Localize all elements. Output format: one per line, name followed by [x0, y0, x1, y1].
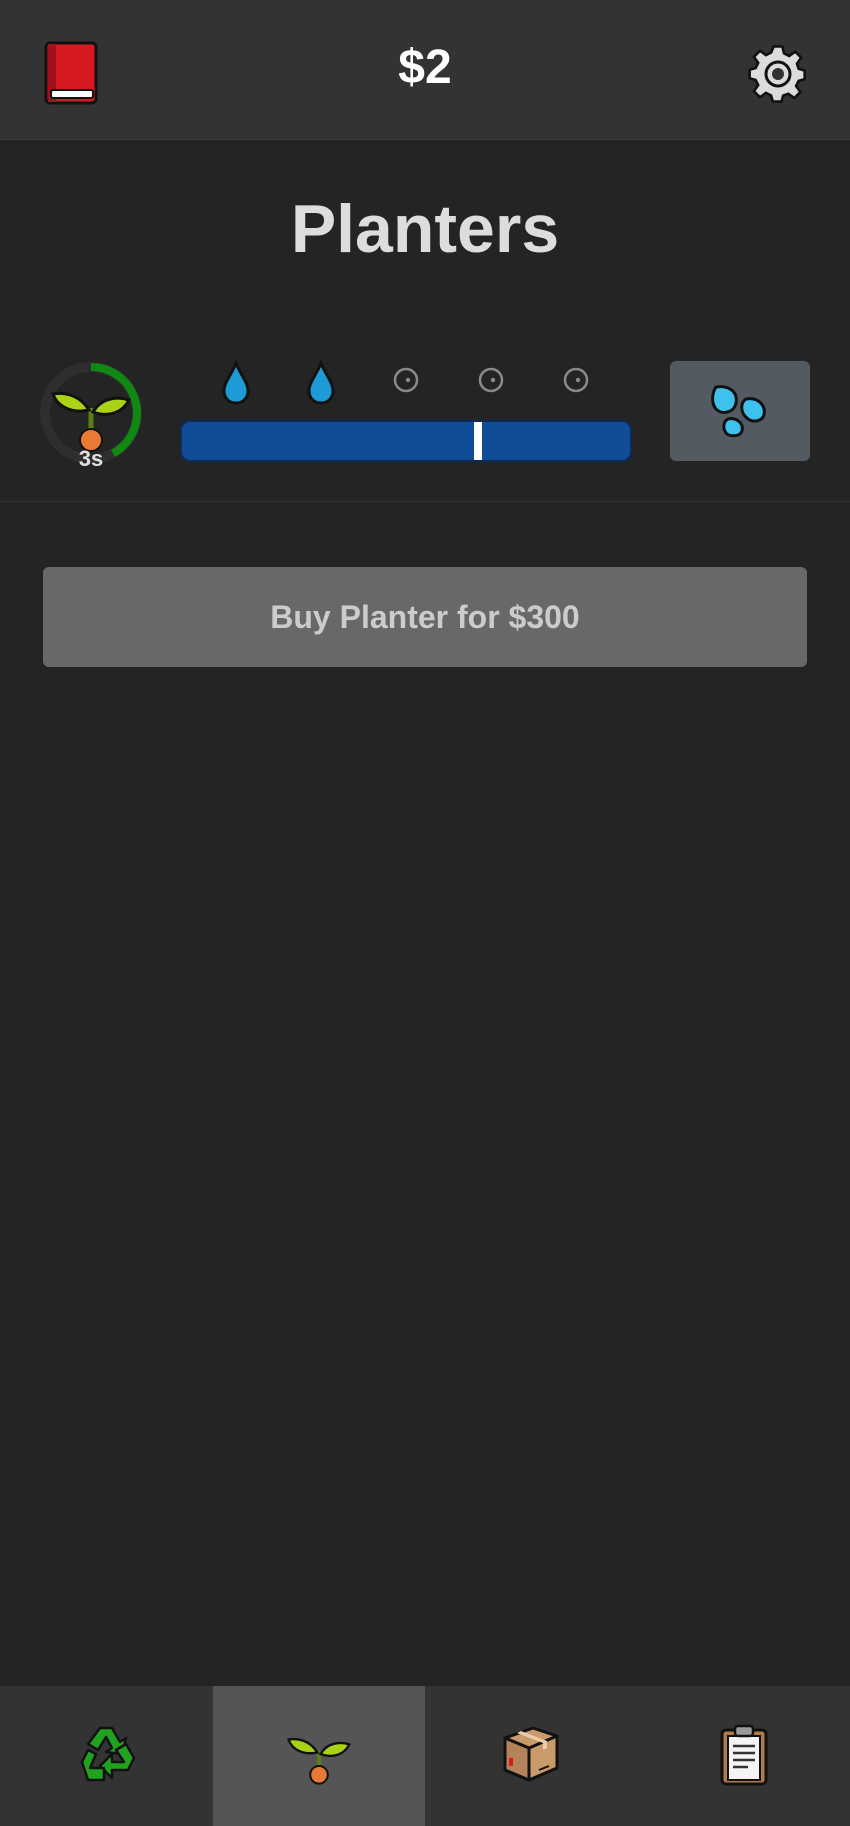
water-drop-empty-icon	[478, 367, 504, 393]
top-bar: $2	[0, 0, 850, 140]
timer-label: 3s	[78, 446, 104, 471]
recycle-icon	[81, 1726, 136, 1782]
bottom-nav	[0, 1686, 850, 1826]
water-drop-filled-icon	[222, 360, 250, 405]
water-level-bar	[180, 420, 632, 462]
water-level-marker	[473, 422, 482, 460]
gear-icon[interactable]	[746, 42, 810, 106]
clipboard-icon	[720, 1724, 768, 1786]
seedling-icon	[51, 391, 132, 452]
water-drops	[180, 360, 632, 406]
tab-planters[interactable]	[212, 1686, 425, 1826]
money-balance: $2	[398, 41, 452, 94]
tab-recycle[interactable]	[0, 1686, 213, 1826]
water-drop-empty-icon	[563, 367, 589, 393]
water-drop-filled-icon	[307, 360, 335, 405]
tab-clipboard[interactable]	[638, 1686, 850, 1826]
seedling-icon	[286, 1737, 351, 1785]
sweat-droplets-icon	[711, 385, 766, 438]
water-drop-empty-icon	[393, 367, 419, 393]
page-title: Planters	[290, 191, 560, 267]
planter-row: 3s	[0, 350, 850, 502]
buy-planter-button[interactable]: Buy Planter for $300	[43, 567, 807, 667]
tab-packages[interactable]	[425, 1686, 638, 1826]
water-button[interactable]	[670, 361, 810, 461]
package-icon	[503, 1726, 559, 1782]
